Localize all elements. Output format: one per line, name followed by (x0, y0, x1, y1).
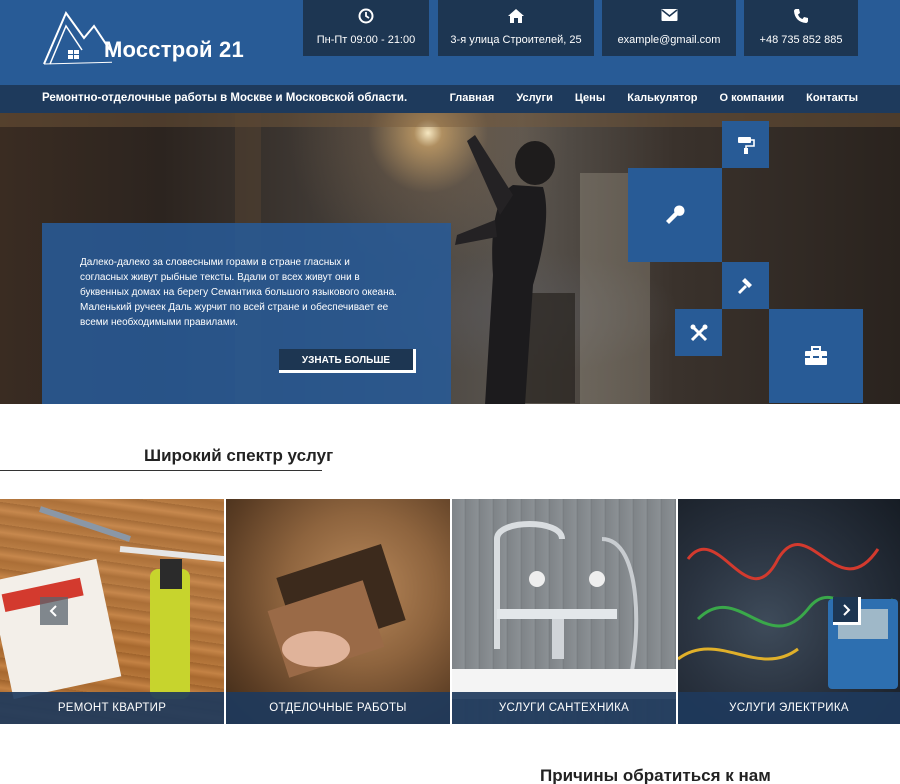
carousel-next-button[interactable] (833, 597, 861, 625)
carousel-prev-button[interactable] (40, 597, 68, 625)
hours-box: Пн-Пт 09:00 - 21:00 (303, 0, 429, 56)
tagline: Ремонтно-отделочные работы в Москве и Мо… (42, 92, 408, 104)
hero-text-panel: Далеко-далеко за словесными горами в стр… (42, 223, 451, 404)
chevron-left-icon (49, 605, 57, 617)
services-title: Широкий спектр услуг (144, 446, 334, 465)
home-icon (438, 8, 594, 26)
menu-item-contacts[interactable]: Контакты (806, 92, 858, 104)
toolbox-tile (769, 309, 863, 403)
top-header: Мосстрой 21 Пн-Пт 09:00 - 21:00 3-я улиц… (0, 0, 900, 85)
drill-illustration (0, 506, 224, 699)
hero-description: Далеко-далеко за словесными горами в стр… (80, 257, 397, 328)
service-card-label: УСЛУГИ САНТЕХНИКА (452, 692, 676, 724)
paint-roller-icon (737, 136, 755, 154)
services-title-underline (0, 470, 322, 471)
menu-item-home[interactable]: Главная (450, 92, 495, 104)
reasons-title: Причины обратиться к нам (540, 766, 771, 784)
clock-icon (303, 8, 429, 26)
house-logo-icon (43, 10, 112, 65)
envelope-icon (602, 8, 736, 26)
wrench-icon (666, 205, 685, 224)
logo[interactable]: Мосстрой 21 (42, 10, 244, 68)
menu-item-prices[interactable]: Цены (575, 92, 605, 104)
tools-icon (690, 324, 707, 341)
circuit-illustration (678, 543, 898, 689)
service-card-label: ОТДЕЛОЧНЫЕ РАБОТЫ (226, 692, 450, 724)
wrench-tile (628, 168, 722, 262)
chevron-right-icon (842, 603, 850, 616)
service-card-electrical[interactable]: УСЛУГИ ЭЛЕКТРИКА (678, 499, 900, 724)
hours-text: Пн-Пт 09:00 - 21:00 (316, 34, 416, 46)
main-menu: Главная Услуги Цены Калькулятор О компан… (450, 92, 858, 104)
phone-text: +48 735 852 885 (759, 34, 843, 46)
navigation-bar: Ремонтно-отделочные работы в Москве и Мо… (0, 85, 900, 113)
logo-text: Мосстрой 21 (104, 37, 244, 62)
phone-icon (744, 8, 858, 26)
paint-roller-tile (722, 121, 769, 168)
service-card-plumbing[interactable]: УСЛУГИ САНТЕХНИКА (452, 499, 676, 724)
service-card-apartment-repair[interactable]: РЕМОНТ КВАРТИР (0, 499, 224, 724)
tools-tile (675, 309, 722, 356)
address-box: 3-я улица Строителей, 25 (438, 0, 594, 56)
menu-item-calculator[interactable]: Калькулятор (627, 92, 697, 104)
hammer-tile (722, 262, 769, 309)
worker-silhouette (455, 135, 555, 404)
service-card-finishing[interactable]: ОТДЕЛОЧНЫЕ РАБОТЫ (226, 499, 450, 724)
menu-item-about[interactable]: О компании (720, 92, 785, 104)
learn-more-button[interactable]: УЗНАТЬ БОЛЬШЕ (279, 349, 416, 373)
tile-work-illustration (267, 543, 406, 678)
phone-box[interactable]: +48 735 852 885 (744, 0, 858, 56)
faucet-illustration (452, 521, 676, 699)
email-box[interactable]: example@gmail.com (602, 0, 736, 56)
hero-banner: Далеко-далеко за словесными горами в стр… (0, 113, 900, 404)
service-card-label: УСЛУГИ ЭЛЕКТРИКА (678, 692, 900, 724)
hammer-icon (737, 277, 752, 294)
menu-item-services[interactable]: Услуги (516, 92, 553, 104)
service-card-label: РЕМОНТ КВАРТИР (0, 692, 224, 724)
toolbox-icon (805, 346, 827, 365)
address-text: 3-я улица Строителей, 25 (450, 34, 582, 46)
email-text: example@gmail.com (617, 34, 721, 46)
